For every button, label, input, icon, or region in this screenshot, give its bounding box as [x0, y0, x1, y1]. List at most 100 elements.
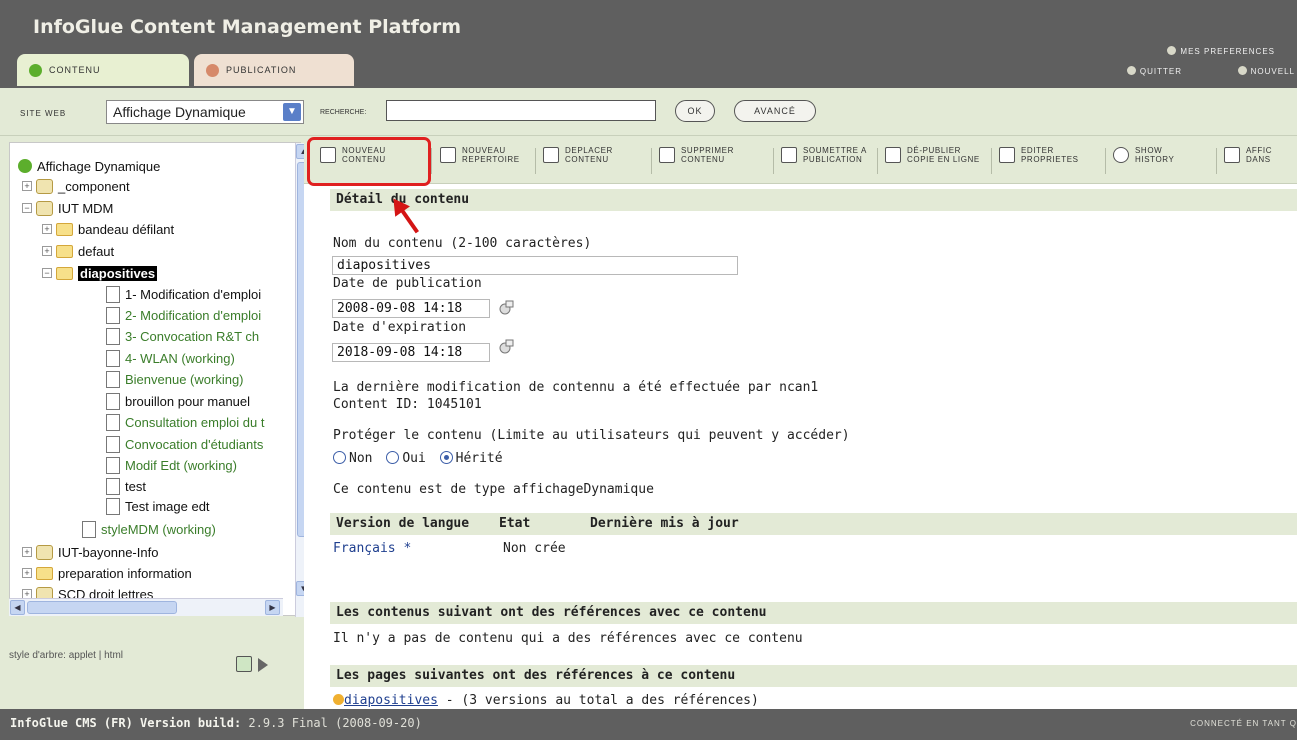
search-label: Recherche:	[320, 109, 367, 116]
tree-item[interactable]: + IUT-bayonne-Info	[22, 542, 158, 562]
toolbar-separator	[535, 148, 536, 174]
preferences-link[interactable]: Mes preferences	[1167, 46, 1275, 56]
connected-as-text: Connecté en tant q	[1190, 719, 1297, 728]
protect-label: Protéger le contenu (Limite au utilisate…	[333, 428, 850, 443]
delete-content-button[interactable]: Supprimer contenu	[659, 146, 734, 164]
radio-herite[interactable]: Hérité	[439, 451, 503, 466]
tree-item[interactable]: 2- Modification d'emploi	[106, 305, 261, 325]
page-reference-link[interactable]: diapositives	[344, 693, 438, 708]
app-header: InfoGlue Content Management Platform Con…	[0, 0, 1297, 88]
status-label: InfoGlue CMS (FR) Version build:	[10, 716, 242, 730]
tree-item[interactable]: Bienvenue (working)	[106, 369, 244, 389]
tree-root[interactable]: Affichage Dynamique	[18, 156, 160, 176]
page-icon	[106, 435, 120, 453]
chevron-down-icon[interactable]: ▼	[283, 103, 301, 121]
scroll-left-icon[interactable]: ◀	[10, 600, 25, 615]
expand-icon[interactable]: +	[22, 547, 32, 557]
tree-item[interactable]: − IUT MDM	[22, 198, 113, 218]
trash-icon	[659, 147, 675, 163]
new-link[interactable]: Nouvell	[1237, 66, 1295, 76]
collapse-panel-icon[interactable]	[258, 658, 268, 672]
submit-icon	[781, 147, 797, 163]
language-version-link[interactable]: Français *	[333, 541, 411, 556]
tree-item[interactable]: brouillon pour manuel	[106, 391, 250, 411]
content-name-field[interactable]: diapositives	[332, 256, 738, 275]
folder-icon	[36, 566, 53, 580]
tree-item[interactable]: Convocation d'étudiants	[106, 434, 263, 454]
toolbar-separator	[773, 148, 774, 174]
edit-properties-button[interactable]: Editer proprietes	[999, 146, 1079, 164]
folder-open-icon	[56, 266, 73, 280]
content-tree: Affichage Dynamique + _component − IUT MDM…	[9, 142, 311, 617]
quit-link[interactable]: Quitter	[1126, 66, 1182, 76]
page-icon	[106, 285, 120, 303]
radio-non[interactable]: Non	[333, 451, 372, 466]
folder-icon	[56, 222, 73, 236]
submit-publication-button[interactable]: Soumettre a publication	[781, 146, 867, 164]
annotation-highlight	[307, 137, 431, 186]
scroll-thumb[interactable]	[27, 601, 177, 614]
expiration-date-field[interactable]: 2018-09-08 14:18	[332, 343, 490, 362]
tree-item[interactable]: 4- WLAN (working)	[106, 348, 235, 368]
tree-item-selected[interactable]: − diapositives	[42, 263, 158, 283]
quit-icon	[1126, 66, 1136, 75]
page-icon	[106, 370, 120, 388]
collapse-icon[interactable]: −	[22, 203, 32, 213]
calendar-icon[interactable]	[497, 300, 515, 316]
tree-item[interactable]: + _component	[22, 176, 130, 196]
content-references-header: Les contenus suivant ont des références …	[330, 602, 1297, 624]
tree-style-switch[interactable]: style d'arbre: applet | html	[9, 650, 123, 661]
page-icon	[106, 477, 120, 495]
name-label: Nom du contenu (2-100 caractères)	[333, 236, 592, 251]
collapse-icon[interactable]: −	[42, 268, 52, 278]
ok-button[interactable]: OK	[675, 100, 715, 122]
tree-item[interactable]: styleMDM (working)	[82, 519, 216, 539]
expand-icon[interactable]: +	[42, 224, 52, 234]
content-panel: Nouveau contenu Nouveau repertoire Deplace…	[304, 136, 1297, 709]
expand-icon[interactable]: +	[22, 568, 32, 578]
versions-table-header: Version de langue Etat Dernière mis à jo…	[330, 513, 1297, 535]
advanced-search-button[interactable]: Avancé	[734, 100, 816, 122]
tree-item[interactable]: Modif Edt (working)	[106, 455, 237, 475]
tree-item[interactable]: 3- Convocation R&T ch	[106, 326, 259, 346]
show-history-button[interactable]: Show history	[1113, 146, 1174, 164]
version-state: Non crée	[503, 541, 566, 556]
publication-date-field[interactable]: 2008-09-08 14:18	[332, 299, 490, 318]
tree-item[interactable]: 1- Modification d'emploi	[106, 284, 261, 304]
show-in-button[interactable]: Affic dans	[1224, 146, 1272, 164]
site-label: Site web	[20, 109, 67, 118]
expand-icon[interactable]: +	[42, 246, 52, 256]
preferences-icon	[1167, 46, 1177, 55]
page-icon	[106, 456, 120, 474]
radio-oui[interactable]: Oui	[386, 451, 426, 466]
site-select-value: Affichage Dynamique	[113, 104, 246, 120]
toolbar-separator	[651, 148, 652, 174]
calendar-icon[interactable]	[497, 339, 515, 355]
search-input[interactable]	[386, 100, 656, 121]
tree-item[interactable]: Test image edt	[106, 496, 210, 516]
tab-label: Publication	[226, 65, 297, 75]
globe-icon	[18, 159, 32, 173]
unpublish-icon	[885, 147, 901, 163]
expand-icon[interactable]: +	[22, 181, 32, 191]
page-icon	[106, 392, 120, 410]
scroll-right-icon[interactable]: ▶	[265, 600, 280, 615]
move-content-button[interactable]: Deplacer contenu	[543, 146, 613, 164]
page-icon	[82, 520, 96, 538]
unpublish-button[interactable]: Dé-publier copie en ligne	[885, 146, 980, 164]
refresh-icon[interactable]	[236, 656, 252, 672]
tree-item[interactable]: Consultation emploi du t	[106, 412, 264, 432]
content-toolbar: Nouveau contenu Nouveau repertoire Deplace…	[304, 136, 1297, 184]
tree-item[interactable]: + defaut	[42, 241, 114, 261]
app-title: InfoGlue Content Management Platform	[33, 16, 462, 38]
horizontal-scrollbar[interactable]: ◀ ▶	[9, 598, 283, 616]
tree-item[interactable]: + preparation information	[22, 563, 192, 583]
page-icon	[106, 327, 120, 345]
tab-publication[interactable]: Publication	[194, 54, 354, 86]
site-select[interactable]: Affichage Dynamique ▼	[106, 100, 304, 124]
tab-contenu[interactable]: Contenu	[17, 54, 189, 86]
pub-date-label: Date de publication	[333, 276, 482, 291]
tree-item[interactable]: test	[106, 476, 146, 496]
tree-item[interactable]: + bandeau défilant	[42, 219, 174, 239]
new-folder-button[interactable]: Nouveau repertoire	[440, 146, 520, 164]
